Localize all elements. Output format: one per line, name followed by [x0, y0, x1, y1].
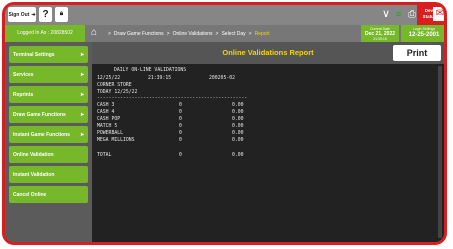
status-bar: Logged In As : 20828502 ⌂ > Draw Game Fu… [5, 25, 444, 42]
receipt-row-amount: 0.00 [232, 131, 244, 136]
breadcrumb-separator: > [215, 30, 219, 37]
page-title: Online Validations Report [222, 48, 314, 57]
breadcrumb-select-day[interactable]: Select Day [221, 31, 245, 37]
receipt-row-name: POWERBALL [97, 131, 123, 136]
sidebar-item-instant-game-functions[interactable]: Instant Game Functions ▸ [9, 126, 88, 143]
current-date-box: Current Date Dec 21, 2022 21:39:15 [361, 25, 399, 42]
receipt-row-count: 0 [179, 138, 182, 143]
queue-icon[interactable]: ≡ [396, 8, 401, 21]
main-panel: Online Validations Report Print DAILY ON… [92, 42, 444, 242]
app-frame: Sign Out ➔ ? 🔒︎ ∨ ≡ ⎙ Device Statuses ✉ … [2, 2, 447, 245]
sidebar: Terminal Settings ▸ Services ▸ Reprints … [5, 42, 92, 242]
sidebar-item-label: Cancel Online [13, 191, 47, 198]
chevron-right-icon: ▸ [80, 112, 84, 118]
breadcrumb-separator: > [108, 30, 111, 37]
current-time-value: 21:39:15 [373, 37, 387, 41]
receipt-row-name: CASH POP [97, 117, 121, 122]
receipt-row-count: 0 [179, 124, 182, 129]
sidebar-item-draw-game-functions[interactable]: Draw Game Functions ▸ [9, 106, 88, 123]
breadcrumb: > Draw Game Functions > Online Validatio… [105, 25, 270, 42]
receipt-total-count: 0 [179, 153, 182, 158]
receipt-row-amount: 0.00 [232, 117, 244, 122]
receipt-divider: ----------------------------------------… [97, 96, 248, 101]
chevron-right-icon: ▸ [80, 92, 84, 98]
report-receipt: DAILY ON-LINE VALIDATIONS 12/25/22 21:39… [92, 64, 444, 242]
sidebar-item-online-validation[interactable]: Online Validation [9, 146, 88, 163]
scrollbar[interactable] [438, 66, 442, 238]
chevron-right-icon: ▸ [80, 132, 84, 138]
report-header: Online Validations Report Print [92, 42, 444, 64]
chevron-right-icon: ▸ [80, 72, 84, 78]
receipt-row-name: CASH 4 [97, 110, 115, 115]
top-toolbar: Sign Out ➔ ? 🔒︎ ∨ ≡ ⎙ Device Statuses ✉ [5, 5, 444, 25]
receipt-row-name: CASH 3 [97, 103, 115, 108]
sidebar-item-label: Terminal Settings [13, 51, 55, 58]
receipt-row-name: MEGA MILLIONS [97, 138, 135, 143]
receipt-row-count: 0 [179, 131, 182, 136]
sidebar-item-cancel-online[interactable]: Cancel Online [9, 186, 88, 203]
sidebar-item-terminal-settings[interactable]: Terminal Settings ▸ [9, 46, 88, 63]
receipt-row-name: MATCH 5 [97, 124, 118, 129]
sidebar-item-services[interactable]: Services ▸ [9, 66, 88, 83]
sidebar-item-label: Draw Game Functions [13, 111, 66, 118]
mail-icon[interactable]: ✉ [433, 7, 444, 21]
login-date-box: Login Settings 12-25-2001 [401, 25, 444, 42]
logged-in-label: Logged In As : 20828502 [5, 25, 85, 42]
receipt-date: 12/25/22 [97, 76, 121, 81]
sidebar-item-reprints[interactable]: Reprints ▸ [9, 86, 88, 103]
breadcrumb-draw-game-functions[interactable]: Draw Game Functions [114, 31, 164, 37]
sidebar-item-label: Instant Game Functions [13, 131, 70, 138]
breadcrumb-separator: > [166, 30, 170, 37]
receipt-row-count: 0 [179, 110, 182, 115]
receipt-store: CORNER STORE [97, 83, 132, 88]
lock-button[interactable]: 🔒︎ [55, 7, 68, 22]
printer-icon[interactable]: ⎙ [408, 8, 416, 21]
sidebar-item-label: Instant Validation [13, 171, 55, 178]
sign-out-icon: ➔ [31, 11, 36, 18]
breadcrumb-report: Report [254, 30, 270, 37]
receipt-row-amount: 0.00 [232, 110, 244, 115]
receipt-total-name: TOTAL [97, 153, 112, 158]
lock-icon: 🔒︎ [59, 11, 64, 17]
receipt-row-count: 0 [179, 117, 182, 122]
receipt-row-amount: 0.00 [232, 138, 244, 143]
receipt-id: 200205-02 [209, 76, 235, 81]
login-date-value: 12-25-2001 [408, 32, 440, 38]
breadcrumb-separator: > [248, 30, 252, 37]
help-button[interactable]: ? [39, 7, 52, 22]
sign-out-button[interactable]: Sign Out ➔ [8, 7, 36, 22]
sidebar-item-label: Services [13, 71, 34, 78]
breadcrumb-online-validations[interactable]: Online Validations [173, 31, 213, 37]
sign-out-label: Sign Out [8, 11, 30, 18]
receipt-time: 21:39:15 [148, 76, 172, 81]
home-icon[interactable]: ⌂ [91, 27, 97, 38]
receipt-today: TODAY 12/25/22 [97, 90, 138, 95]
receipt-heading: DAILY ON-LINE VALIDATIONS [114, 68, 187, 73]
receipt-row-count: 0 [179, 103, 182, 108]
sidebar-item-label: Reprints [13, 91, 34, 98]
sidebar-item-label: Online Validation [13, 151, 54, 158]
sidebar-item-instant-validation[interactable]: Instant Validation [9, 166, 88, 183]
receipt-row-amount: 0.00 [232, 124, 244, 129]
print-button[interactable]: Print [393, 45, 441, 61]
chevron-right-icon: ▸ [80, 52, 84, 58]
receipt-row-amount: 0.00 [232, 103, 244, 108]
chevron-down-icon[interactable]: ∨ [382, 8, 390, 21]
receipt-total-amount: 0.00 [232, 153, 244, 158]
